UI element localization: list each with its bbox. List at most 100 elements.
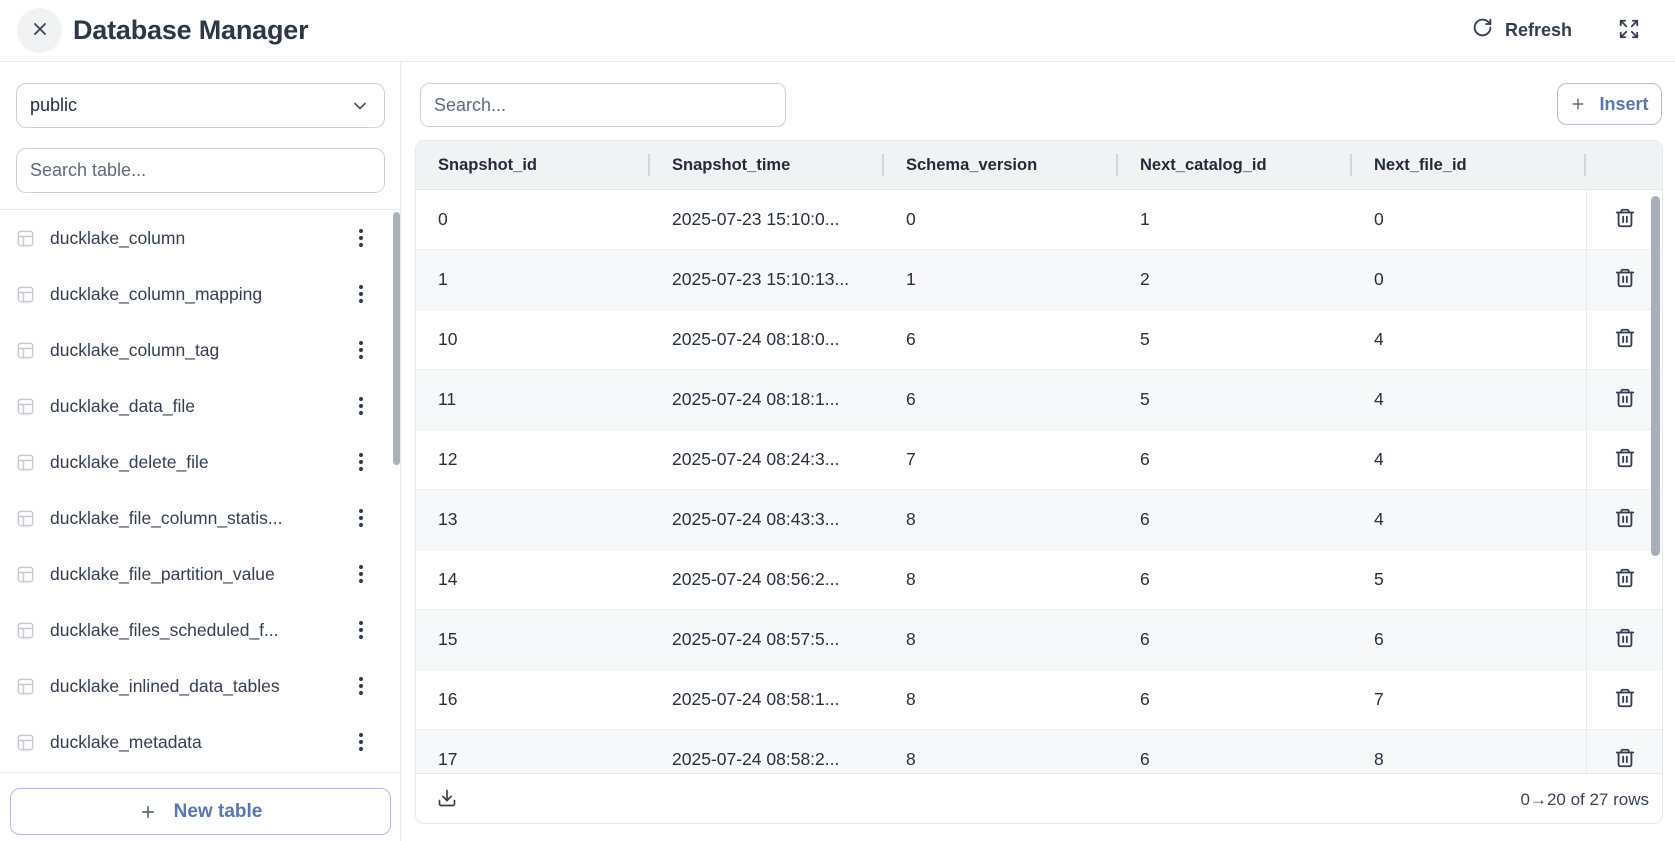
table-cell[interactable]: 14 — [416, 550, 650, 609]
table-cell[interactable]: 13 — [416, 490, 650, 549]
delete-row-button[interactable] — [1614, 387, 1636, 412]
table-cell[interactable]: 4 — [1352, 310, 1586, 369]
table-options-kebab-button[interactable] — [355, 729, 367, 755]
delete-row-button[interactable] — [1614, 567, 1636, 592]
main-content: Insert Snapshot_idSnapshot_timeSchema_ve… — [401, 62, 1675, 841]
sidebar-table-item[interactable]: ducklake_file_partition_value — [0, 546, 400, 602]
table-cell[interactable]: 8 — [1352, 730, 1586, 773]
table-cell[interactable]: 2025-07-24 08:24:3... — [650, 430, 884, 489]
table-cell[interactable]: 0 — [416, 190, 650, 249]
table-options-kebab-button[interactable] — [355, 393, 367, 419]
table-cell[interactable]: 10 — [416, 310, 650, 369]
new-table-button[interactable]: New table — [10, 788, 391, 835]
schema-selector-value: public — [30, 95, 77, 116]
table-cell[interactable]: 4 — [1352, 370, 1586, 429]
sidebar-table-item[interactable]: ducklake_inlined_data_tables — [0, 658, 400, 714]
table-options-kebab-button[interactable] — [355, 617, 367, 643]
table-cell[interactable]: 8 — [884, 550, 1118, 609]
table-cell[interactable]: 7 — [1352, 670, 1586, 729]
delete-row-button[interactable] — [1614, 627, 1636, 652]
table-cell[interactable]: 6 — [1118, 610, 1352, 669]
table-cell[interactable]: 0 — [1352, 190, 1586, 249]
table-cell[interactable]: 8 — [884, 730, 1118, 773]
table-cell[interactable]: 5 — [1118, 370, 1352, 429]
table-cell[interactable]: 8 — [884, 670, 1118, 729]
table-cell[interactable]: 0 — [1352, 250, 1586, 309]
table-cell[interactable]: 2025-07-24 08:18:0... — [650, 310, 884, 369]
table-cell[interactable]: 7 — [884, 430, 1118, 489]
table-cell[interactable]: 6 — [1118, 670, 1352, 729]
sidebar-table-item[interactable]: ducklake_column_mapping — [0, 266, 400, 322]
sidebar-table-item[interactable]: ducklake_metadata — [0, 714, 400, 770]
sidebar-table-item[interactable]: ducklake_column — [0, 210, 400, 266]
close-button[interactable] — [17, 8, 62, 53]
table-cell[interactable]: 6 — [1118, 490, 1352, 549]
delete-row-button[interactable] — [1614, 747, 1636, 772]
sidebar-table-item[interactable]: ducklake_files_scheduled_f... — [0, 602, 400, 658]
table-options-kebab-button[interactable] — [355, 337, 367, 363]
table-search-input[interactable] — [16, 148, 385, 193]
table-cell[interactable]: 8 — [884, 490, 1118, 549]
table-cell[interactable]: 6 — [884, 370, 1118, 429]
table-cell[interactable]: 4 — [1352, 430, 1586, 489]
table-options-kebab-button[interactable] — [355, 281, 367, 307]
table-cell[interactable]: 17 — [416, 730, 650, 773]
table-cell[interactable]: 15 — [416, 610, 650, 669]
row-actions-cell — [1586, 610, 1662, 669]
table-cell[interactable]: 2025-07-24 08:18:1... — [650, 370, 884, 429]
table-cell[interactable]: 1 — [1118, 190, 1352, 249]
table-options-kebab-button[interactable] — [355, 449, 367, 475]
table-cell[interactable]: 2025-07-24 08:57:5... — [650, 610, 884, 669]
table-cell[interactable]: 12 — [416, 430, 650, 489]
sidebar-table-item[interactable]: ducklake_column_tag — [0, 322, 400, 378]
table-cell[interactable]: 2025-07-24 08:43:3... — [650, 490, 884, 549]
table-cell[interactable]: 5 — [1352, 550, 1586, 609]
table-scrollbar[interactable] — [1651, 196, 1660, 556]
table-cell[interactable]: 6 — [1118, 730, 1352, 773]
trash-icon — [1614, 507, 1636, 532]
table-cell[interactable]: 2025-07-23 15:10:0... — [650, 190, 884, 249]
download-button[interactable] — [437, 788, 457, 811]
delete-row-button[interactable] — [1614, 507, 1636, 532]
insert-button[interactable]: Insert — [1557, 83, 1662, 125]
refresh-button[interactable]: Refresh — [1472, 17, 1572, 43]
table-cell[interactable]: 6 — [1118, 550, 1352, 609]
schema-selector[interactable]: public — [16, 83, 385, 128]
table-cell[interactable]: 2025-07-24 08:56:2... — [650, 550, 884, 609]
table-icon — [16, 565, 35, 584]
table-cell[interactable]: 6 — [884, 310, 1118, 369]
table-cell[interactable]: 8 — [884, 610, 1118, 669]
fullscreen-button[interactable] — [1618, 18, 1640, 43]
sidebar-table-item[interactable]: ducklake_delete_file — [0, 434, 400, 490]
table-options-kebab-button[interactable] — [355, 505, 367, 531]
table-cell[interactable]: 6 — [1352, 610, 1586, 669]
table-options-kebab-button[interactable] — [355, 673, 367, 699]
table-cell[interactable]: 2 — [1118, 250, 1352, 309]
delete-row-button[interactable] — [1614, 447, 1636, 472]
table-cell[interactable]: 16 — [416, 670, 650, 729]
table-options-kebab-button[interactable] — [355, 561, 367, 587]
sidebar-table-item[interactable]: ducklake_data_file — [0, 378, 400, 434]
table-cell[interactable]: 2025-07-24 08:58:2... — [650, 730, 884, 773]
delete-row-button[interactable] — [1614, 267, 1636, 292]
kebab-dot — [359, 341, 363, 345]
table-cell[interactable]: 2025-07-24 08:58:1... — [650, 670, 884, 729]
sidebar-table-item[interactable]: ducklake_file_column_statis... — [0, 490, 400, 546]
table-cell[interactable]: 2025-07-23 15:10:13... — [650, 250, 884, 309]
delete-row-button[interactable] — [1614, 687, 1636, 712]
kebab-dot — [359, 292, 363, 296]
table-cell[interactable]: 4 — [1352, 490, 1586, 549]
delete-row-button[interactable] — [1614, 207, 1636, 232]
table-cell[interactable]: 6 — [1118, 430, 1352, 489]
table-cell[interactable]: 1 — [416, 250, 650, 309]
table-cell[interactable]: 0 — [884, 190, 1118, 249]
table-options-kebab-button[interactable] — [355, 225, 367, 251]
sidebar-scrollbar[interactable] — [393, 212, 400, 465]
table-cell[interactable]: 5 — [1118, 310, 1352, 369]
table-cell[interactable]: 11 — [416, 370, 650, 429]
search-input[interactable] — [420, 83, 786, 127]
kebab-dot — [359, 621, 363, 625]
delete-row-button[interactable] — [1614, 327, 1636, 352]
table-name-label: ducklake_column — [50, 228, 340, 249]
table-cell[interactable]: 1 — [884, 250, 1118, 309]
